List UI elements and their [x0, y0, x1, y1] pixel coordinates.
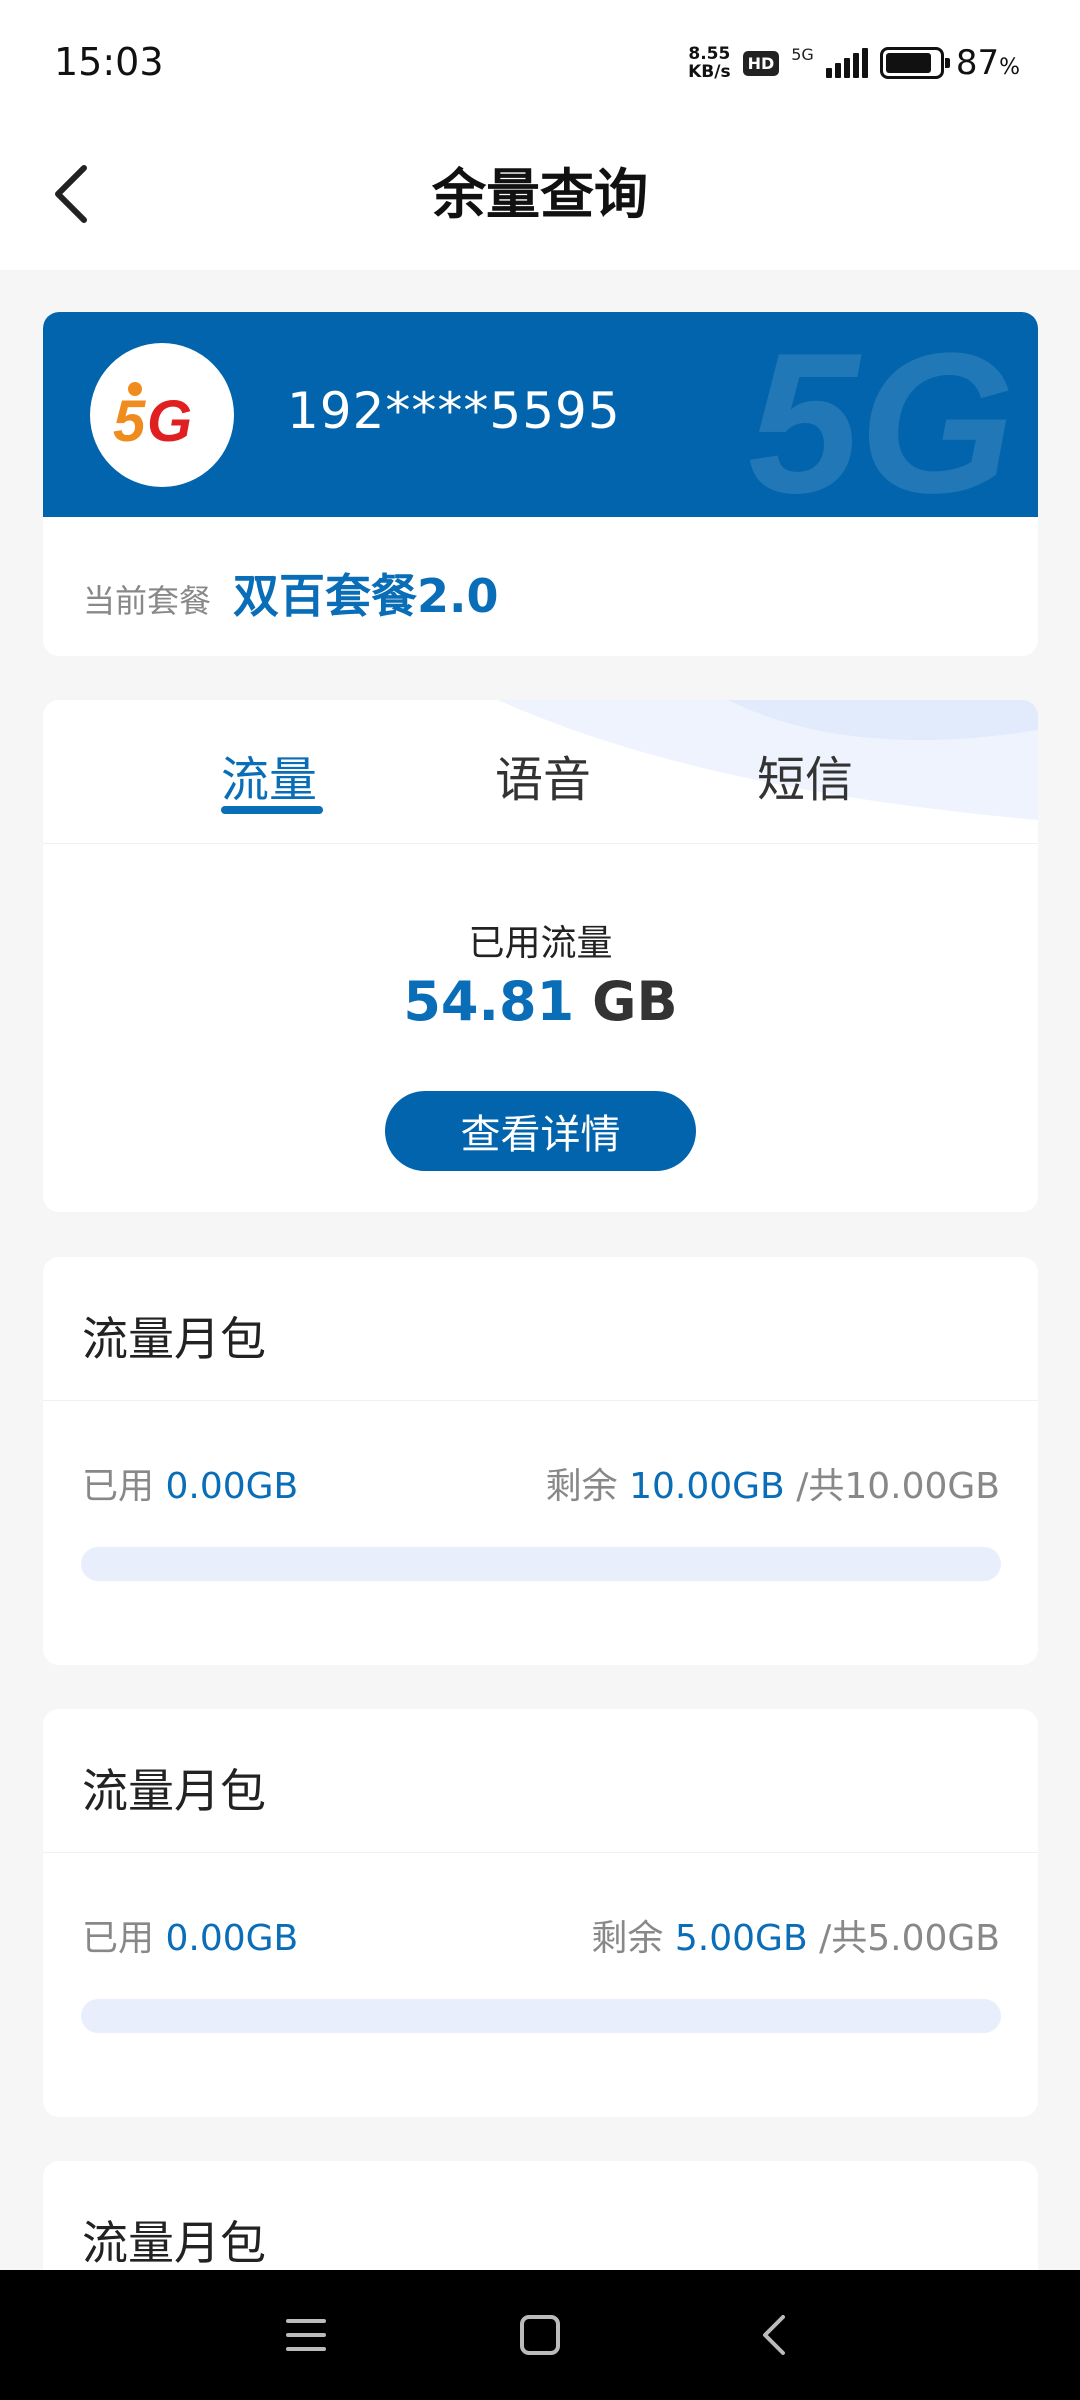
network-type-label: 5G	[791, 45, 814, 64]
hd-icon: HD	[742, 50, 780, 76]
battery-percent-symbol: %	[999, 55, 1020, 80]
net-speed-value: 8.55	[688, 44, 731, 64]
status-icons: 8.55 KB/s HD 5G 87%	[688, 38, 1020, 88]
signal-icon	[825, 48, 868, 78]
battery-icon	[879, 47, 950, 79]
package-remain-label: 剩余	[591, 1918, 664, 1959]
used-data-label: 已用流量	[468, 923, 613, 964]
package-separator: /	[796, 1466, 809, 1507]
system-nav-bar	[0, 2270, 1080, 2400]
package-card: 流量月包 已用 0.00GB 剩余 5.00GB /共5.00GB	[43, 1709, 1038, 2117]
package-progress-bar	[81, 1547, 1001, 1581]
package-total: 共5.00GB	[831, 1918, 1000, 1959]
divider	[43, 1400, 1038, 1401]
plan-label: 当前套餐	[83, 582, 212, 620]
avatar: 5 G	[90, 343, 234, 487]
package-card: 流量月包 已用 0.00GB 剩余 10.00GB /共10.00GB	[43, 1257, 1038, 1665]
package-card: 流量月包	[43, 2161, 1038, 2270]
battery-percent-value: 87	[955, 43, 1000, 83]
package-title: 流量月包	[82, 2216, 266, 2270]
used-data-unit: GB	[592, 970, 678, 1033]
used-data-value: 54.81 GB	[43, 970, 1038, 1033]
package-separator: /	[819, 1918, 832, 1959]
usage-tabs: 流量 语音 短信	[43, 700, 1038, 844]
phone-number: 192****5595	[287, 382, 621, 440]
svg-text:5G: 5G	[748, 312, 1015, 517]
menu-button[interactable]	[276, 2305, 336, 2365]
battery-percent: 87%	[956, 43, 1020, 83]
menu-icon	[286, 2319, 326, 2351]
status-bar: 15:03 8.55 KB/s HD 5G 87%	[0, 0, 1080, 125]
package-used: 已用 0.00GB	[82, 1909, 298, 1961]
nav-back-button[interactable]	[744, 2305, 804, 2365]
net-speed: 8.55 KB/s	[688, 45, 730, 81]
status-time: 15:03	[54, 40, 164, 84]
package-title: 流量月包	[82, 1312, 266, 1366]
plan-row: 当前套餐 双百套餐2.0	[83, 560, 499, 626]
tab-indicator	[221, 806, 323, 814]
home-button[interactable]	[510, 2305, 570, 2365]
usage-card: 流量 语音 短信 已用流量 54.81 GB 查看详情	[43, 700, 1038, 1212]
plan-name: 双百套餐2.0	[233, 569, 499, 623]
tab-sms[interactable]: 短信	[757, 740, 853, 810]
svg-text:5: 5	[113, 389, 146, 454]
package-remain-value: 10.00GB	[629, 1466, 785, 1507]
package-remain: 剩余 10.00GB /共10.00GB	[546, 1457, 1000, 1509]
package-used-label: 已用	[82, 1466, 155, 1507]
package-total: 共10.00GB	[808, 1466, 1000, 1507]
net-speed-unit: KB/s	[688, 62, 731, 82]
account-banner: 5G 5 G 192****5595	[43, 312, 1038, 517]
divider	[43, 1852, 1038, 1853]
package-used-label: 已用	[82, 1918, 155, 1959]
account-card: 5G 5 G 192****5595 当前套餐 双百套餐2.0	[43, 312, 1038, 656]
back-icon	[763, 2315, 785, 2355]
5g-watermark-icon: 5G	[748, 312, 1015, 517]
package-used-value: 0.00GB	[165, 1466, 299, 1507]
package-used: 已用 0.00GB	[82, 1457, 298, 1509]
package-remain-value: 5.00GB	[674, 1918, 808, 1959]
package-progress-bar	[81, 1999, 1001, 2033]
page-header: 余量查询	[0, 125, 1080, 270]
package-used-value: 0.00GB	[165, 1918, 299, 1959]
package-remain: 剩余 5.00GB /共5.00GB	[591, 1909, 1000, 1961]
view-details-button[interactable]: 查看详情	[385, 1091, 696, 1171]
tab-voice[interactable]: 语音	[495, 740, 591, 810]
used-data-number: 54.81	[403, 970, 575, 1033]
page-title: 余量查询	[432, 163, 648, 226]
package-remain-label: 剩余	[545, 1466, 618, 1507]
package-title: 流量月包	[82, 1764, 266, 1818]
svg-text:G: G	[147, 389, 192, 454]
5g-logo-icon: 5 G	[113, 382, 192, 454]
tab-data[interactable]: 流量	[221, 740, 317, 810]
home-icon	[520, 2315, 560, 2355]
